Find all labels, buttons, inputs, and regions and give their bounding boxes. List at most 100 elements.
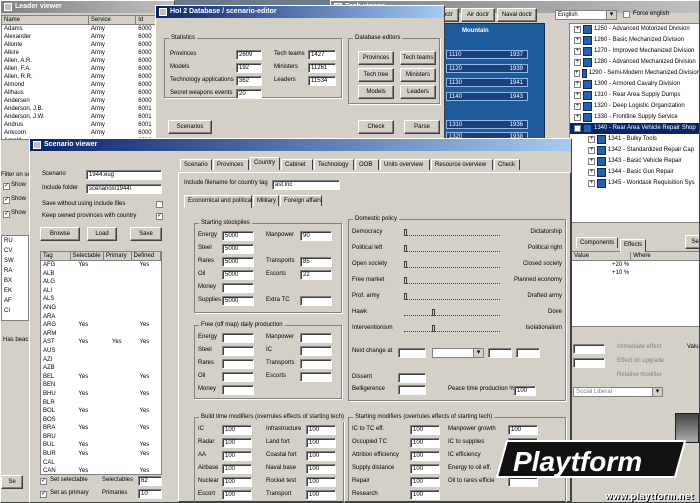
modifier-field[interactable]: 100: [222, 464, 252, 474]
table-row[interactable]: Almond Army 6000: [2, 81, 160, 89]
expand-icon[interactable]: +: [574, 37, 581, 44]
expand-icon[interactable]: +: [574, 59, 581, 66]
table-row[interactable]: Andersen Army 6000: [2, 97, 160, 105]
modifier-field[interactable]: 100: [410, 477, 440, 487]
tree-item[interactable]: +1344 - Basic Gun Repair: [570, 167, 699, 178]
next-change-month[interactable]: [432, 348, 484, 358]
modifier-field[interactable]: 100: [222, 425, 252, 435]
table-row[interactable]: AZI: [41, 356, 161, 365]
slider-knob[interactable]: [404, 293, 407, 300]
leaders-button[interactable]: Leaders: [400, 85, 436, 99]
immediate-effect-radio[interactable]: Immediate effect: [617, 343, 661, 352]
table-row[interactable]: Andrus Army 6001: [2, 121, 160, 129]
tree-item[interactable]: +1310 - Rear Area Supply Dumps: [570, 90, 699, 101]
table-row[interactable]: ALB: [41, 270, 161, 279]
country-list[interactable]: RU CV SW RA BX EK AF CI: [1, 235, 29, 321]
production-field[interactable]: [222, 372, 254, 382]
tree-item[interactable]: +1270 - Improved Mechanized Division: [570, 46, 699, 57]
tag-list[interactable]: Tag Selectable Primary Defined AFG Yes Yes…: [40, 251, 162, 475]
modifier-field[interactable]: 100: [306, 438, 336, 448]
table-row[interactable]: Allhaus Army 6000: [2, 89, 160, 97]
production-field[interactable]: [300, 359, 332, 369]
dissent-field[interactable]: [398, 373, 426, 383]
policy-slider[interactable]: [404, 325, 500, 332]
table-row[interactable]: ALS: [41, 295, 161, 304]
effect-row[interactable]: +10 %: [572, 269, 699, 277]
column-header[interactable]: Name: [2, 16, 89, 24]
tree-item[interactable]: +1342 - Standardized Repair Cap: [570, 145, 699, 156]
save-button[interactable]: Save: [130, 227, 162, 241]
modifier-field[interactable]: 100: [222, 477, 252, 487]
slider-knob[interactable]: [432, 325, 435, 332]
list-item[interactable]: AF: [2, 296, 28, 306]
column-header[interactable]: Tag: [41, 252, 71, 260]
list-item[interactable]: EK: [2, 286, 28, 296]
expand-icon[interactable]: +: [574, 48, 581, 55]
tab-resource-overview[interactable]: Resource overview: [431, 159, 493, 170]
tree-item[interactable]: +1300 - Armored Cavalry Division: [570, 79, 699, 90]
table-row[interactable]: Anderson, J.W. Army 6001: [2, 113, 160, 121]
tree-item[interactable]: +1260 - Basic Mechanized Division: [570, 35, 699, 46]
tab-units-overview[interactable]: Units overview: [380, 159, 430, 170]
relative-modifier-checkbox[interactable]: Relative modifier: [617, 371, 662, 380]
se-button[interactable]: Se: [685, 235, 699, 249]
tech-teams-button[interactable]: Tech teams: [400, 51, 436, 65]
column-header[interactable]: Selectable: [71, 252, 104, 260]
table-row[interactable]: AFG Yes Yes: [41, 261, 161, 270]
tech-tree-list[interactable]: +1250 - Advanced Motorized Division +1260…: [569, 23, 699, 223]
modifier-field[interactable]: 100: [306, 464, 336, 474]
column-header[interactable]: Defined: [132, 252, 161, 260]
tree-item[interactable]: +1345 - Worktask Requisition Sys: [570, 178, 699, 189]
policy-slider[interactable]: [404, 277, 500, 284]
modifier-field[interactable]: 100: [306, 490, 336, 500]
tree-item[interactable]: +1320 - Deep Logistic Organization: [570, 101, 699, 112]
policy-slider[interactable]: [404, 245, 500, 252]
table-row[interactable]: BOL Yes Yes: [41, 407, 161, 416]
table-row[interactable]: ARG Yes Yes: [41, 321, 161, 330]
provinces-button[interactable]: Provinces: [358, 51, 394, 65]
policy-slider[interactable]: [404, 309, 500, 316]
show-checkbox[interactable]: ✓: [3, 197, 10, 204]
stockpile-field[interactable]: 5000: [222, 244, 254, 254]
table-row[interactable]: CAL: [41, 459, 161, 468]
tab-provinces[interactable]: Provinces: [213, 159, 249, 170]
production-field[interactable]: [222, 385, 254, 395]
table-row[interactable]: ALI: [41, 287, 161, 296]
keep-owned-checkbox[interactable]: ✓: [156, 213, 163, 220]
slider-knob[interactable]: [404, 261, 407, 268]
effect-on-upgrade-radio[interactable]: Effect on upgrade: [617, 357, 664, 366]
table-row[interactable]: ARM: [41, 330, 161, 339]
expand-icon[interactable]: +: [574, 26, 581, 33]
tree-item[interactable]: +1343 - Basic Vehicle Repair: [570, 156, 699, 167]
modifier-field[interactable]: 100: [306, 425, 336, 435]
effects-list[interactable]: Value Where +20 % +10 %: [571, 251, 699, 327]
table-row[interactable]: AUS: [41, 347, 161, 356]
table-row[interactable]: ARA: [41, 313, 161, 322]
scenario-viewer-titlebar[interactable]: Scenario viewer: [30, 139, 571, 151]
expand-icon[interactable]: +: [574, 81, 581, 88]
table-row[interactable]: ALG: [41, 278, 161, 287]
parse-button[interactable]: Parse: [404, 120, 440, 134]
stockpile-field[interactable]: 5000: [222, 257, 254, 267]
policy-slider[interactable]: [404, 261, 500, 268]
tab-technology[interactable]: Technology: [314, 159, 354, 170]
production-field[interactable]: [222, 333, 254, 343]
tab-components[interactable]: Components: [576, 237, 619, 248]
expand-icon[interactable]: +: [574, 92, 581, 99]
tree-item[interactable]: +1330 - Frontline Supply Service: [570, 112, 699, 123]
leader-viewer-titlebar[interactable]: Leader viewer: [1, 1, 174, 13]
ministers-button[interactable]: Ministers: [400, 68, 436, 82]
include-folder-field[interactable]: scenarios\1944\: [86, 184, 162, 194]
tab-check[interactable]: Check: [494, 159, 520, 170]
tree-item[interactable]: +1280 - Advanced Mechanized Division: [570, 57, 699, 68]
table-row[interactable]: AST Yes Yes Yes: [41, 338, 161, 347]
expand-icon[interactable]: +: [574, 103, 581, 110]
expand-icon[interactable]: +: [588, 169, 595, 176]
table-row[interactable]: Allonte Army 6000: [2, 41, 160, 49]
tech-node[interactable]: 1130 1941: [446, 78, 528, 87]
tab-cabinet[interactable]: Cabinet: [281, 159, 313, 170]
next-change-day[interactable]: [488, 348, 512, 358]
show-checkbox[interactable]: ✓: [3, 211, 10, 218]
table-row[interactable]: Ankcorn Army 6000: [2, 129, 160, 137]
expand-icon[interactable]: +: [574, 70, 580, 77]
